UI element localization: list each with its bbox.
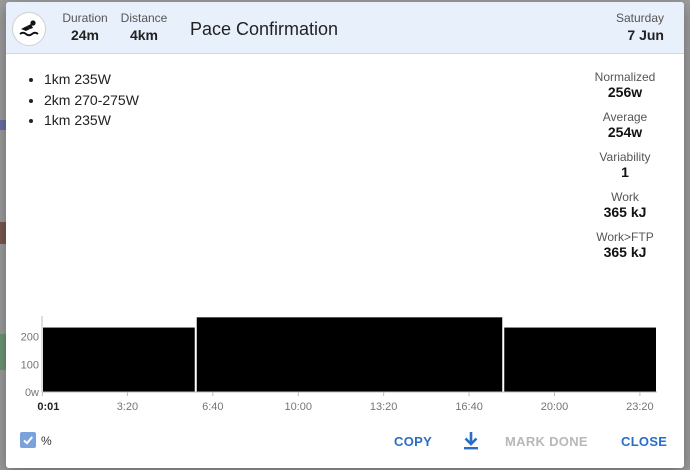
power-segment [503, 326, 657, 393]
metric-label: Work [611, 190, 639, 204]
workout-dialog: Duration 24m Distance 4km Pace Confirmat… [6, 2, 684, 468]
percent-label: % [41, 434, 52, 448]
power-segment [42, 326, 196, 393]
dialog-header: Duration 24m Distance 4km Pace Confirmat… [6, 2, 684, 54]
x-tick-label: 13:20 [370, 401, 398, 413]
metric-label: Work>FTP [596, 230, 654, 244]
metric-normalized: Normalized 256w [580, 70, 670, 100]
metric-value: 365 kJ [603, 204, 647, 220]
check-icon [23, 436, 33, 445]
workout-date: Saturday 7 Jun [616, 11, 664, 43]
date-value: 7 Jun [627, 27, 664, 43]
distance-stat: Distance 4km [118, 11, 170, 43]
power-segment [195, 316, 504, 393]
duration-label: Duration [62, 11, 108, 25]
mark-done-button[interactable]: MARK DONE [505, 434, 588, 449]
workout-description: 1km 235W 2km 270-275W 1km 235W [30, 69, 139, 131]
x-tick-label: 3:20 [117, 401, 138, 413]
metric-label: Normalized [594, 70, 656, 84]
description-line: 1km 235W [44, 69, 139, 90]
description-line: 1km 235W [44, 110, 139, 131]
metric-label: Variability [599, 150, 651, 164]
swimmer-icon [12, 12, 46, 46]
distance-value: 4km [129, 27, 159, 43]
y-tick-label: 200 [21, 332, 39, 344]
x-tick-label: 6:40 [202, 401, 223, 413]
copy-button[interactable]: COPY [394, 434, 432, 449]
metric-value: 256w [607, 84, 643, 100]
distance-label: Distance [120, 11, 168, 25]
x-tick-label: 23:20 [626, 401, 654, 413]
download-icon [464, 432, 478, 450]
metrics-panel: Normalized 256w Average 254w Variability… [580, 70, 670, 270]
metric-work-ftp: Work>FTP 365 kJ [580, 230, 670, 260]
metric-variability: Variability 1 [580, 150, 670, 180]
dialog-title: Pace Confirmation [190, 19, 339, 39]
close-button[interactable]: CLOSE [621, 434, 667, 449]
metric-value: 1 [621, 164, 629, 180]
metric-work: Work 365 kJ [580, 190, 670, 220]
x-tick-label: 20:00 [541, 401, 569, 413]
x-tick-label: 10:00 [284, 401, 312, 413]
day-of-week: Saturday [615, 11, 664, 25]
duration-value: 24m [70, 27, 100, 43]
percent-checkbox[interactable] [20, 432, 36, 448]
metric-value: 254w [607, 124, 643, 140]
power-chart[interactable]: 0w 100 200 0:01 3:20 6:40 10:00 13:20 16:40 20:00… [6, 312, 684, 417]
y-tick-label: 100 [21, 359, 39, 371]
metric-label: Average [602, 110, 648, 124]
x-tick-label: 16:40 [455, 401, 483, 413]
x-tick-label: 0:01 [37, 401, 59, 413]
download-button[interactable] [462, 431, 480, 451]
duration-stat: Duration 24m [60, 11, 110, 43]
metric-average: Average 254w [580, 110, 670, 140]
metric-value: 365 kJ [603, 244, 647, 260]
y-tick-label: 0w [25, 387, 39, 399]
description-line: 2km 270-275W [44, 90, 139, 111]
